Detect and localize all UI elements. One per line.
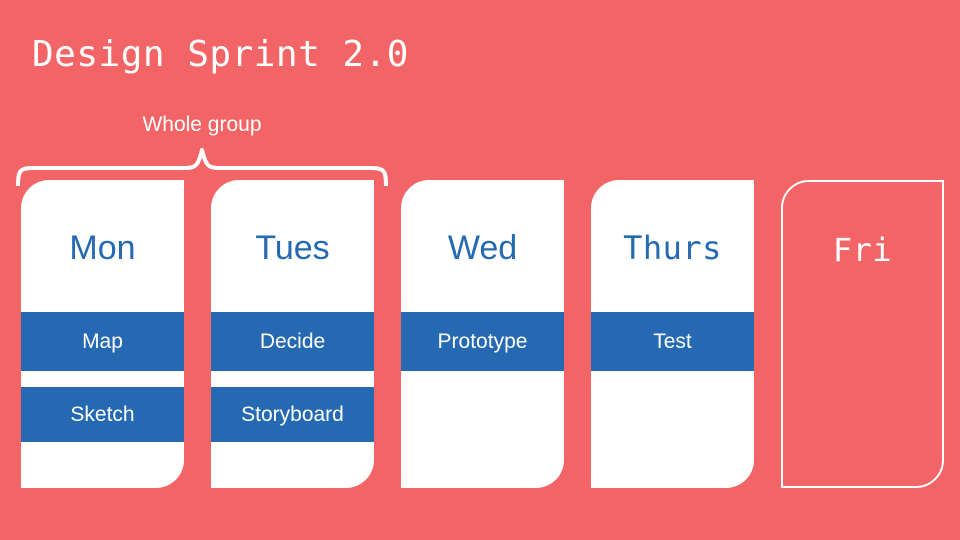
day-card-fri[interactable]: Fri [781, 180, 944, 488]
day-label-thurs: Thurs [623, 229, 722, 267]
day-card-mon[interactable]: Mon Map Sketch [21, 180, 184, 488]
phase-bar-storyboard[interactable]: Storyboard [211, 387, 374, 442]
day-card-tues[interactable]: Tues Decide Storyboard [211, 180, 374, 488]
bracket-label: Whole group [142, 113, 262, 136]
phase-bar-test[interactable]: Test [591, 312, 754, 371]
day-card-thurs[interactable]: Thurs Test [591, 180, 754, 488]
day-label-fri: Fri [832, 231, 893, 269]
page-title: Design Sprint 2.0 [32, 34, 409, 75]
day-label-wed: Wed [447, 229, 518, 267]
phase-bar-prototype[interactable]: Prototype [401, 312, 564, 371]
day-card-track: Mon Map Sketch Tues Decide Storyboard We… [21, 180, 944, 488]
phase-bar-decide[interactable]: Decide [211, 312, 374, 371]
phase-bar-map[interactable]: Map [21, 312, 184, 371]
day-label-mon: Mon [69, 229, 136, 267]
day-card-wed[interactable]: Wed Prototype [401, 180, 564, 488]
day-label-tues: Tues [255, 229, 330, 267]
phase-bar-sketch[interactable]: Sketch [21, 387, 184, 442]
slide-canvas: Design Sprint 2.0 Whole group Mon Map Sk… [0, 0, 960, 540]
